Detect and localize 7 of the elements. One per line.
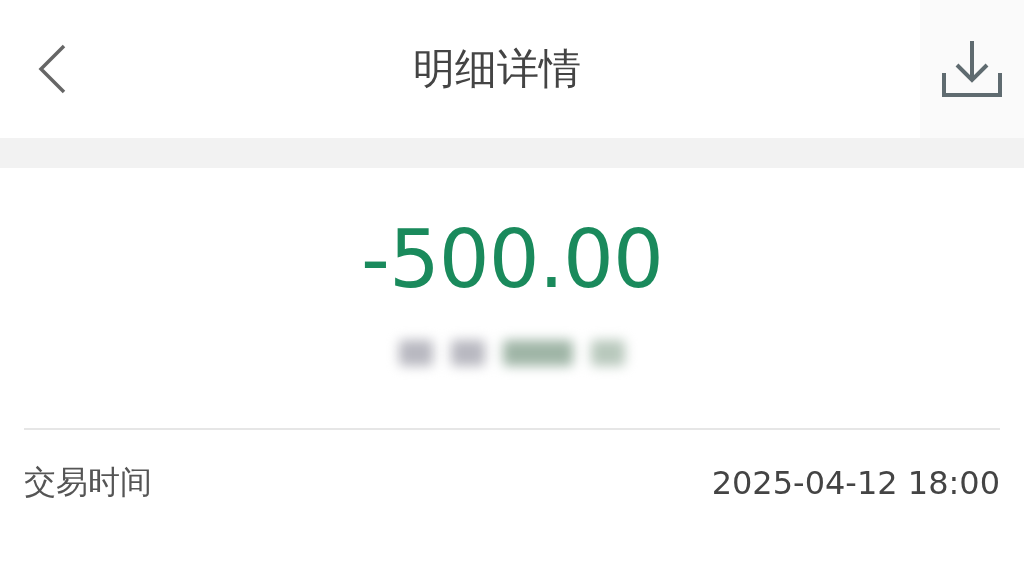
back-icon bbox=[37, 43, 67, 95]
amount: -500.00 bbox=[361, 216, 663, 304]
page-title: 明细详情 bbox=[413, 43, 581, 95]
detail-label: 交易时间 bbox=[24, 462, 152, 503]
detail-value: 2025-04-12 18:00 bbox=[711, 464, 1000, 502]
download-icon bbox=[941, 39, 1003, 99]
download-button[interactable] bbox=[920, 0, 1024, 138]
